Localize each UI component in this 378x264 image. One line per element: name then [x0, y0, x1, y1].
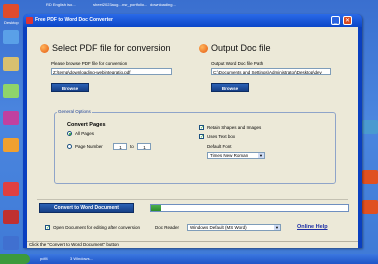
doc-section-icon	[199, 44, 208, 53]
desktop-icon[interactable]	[3, 138, 19, 152]
chevron-down-icon: ▼	[274, 225, 280, 230]
doc-reader-value: Windows Default (MS Word)	[190, 225, 247, 230]
title-bar[interactable]: Free PDF to Word Doc Converter _ ✕	[23, 14, 362, 27]
desktop-icon[interactable]	[3, 30, 19, 44]
use-text-box-checkbox[interactable]: ✓	[199, 134, 204, 140]
desktop-icon[interactable]	[362, 120, 378, 134]
conversion-progress: 0%	[150, 204, 349, 212]
taskbar-item[interactable]: 3 Windows...	[70, 256, 93, 261]
start-button[interactable]	[0, 254, 30, 264]
convert-pages-label: Convert Pages	[67, 122, 106, 128]
desktop-icon[interactable]	[3, 4, 19, 18]
taskbar-item[interactable]: pdf4	[40, 256, 48, 261]
page-to-input[interactable]: 1	[137, 143, 151, 150]
page-number-radio[interactable]	[67, 144, 72, 149]
progress-percent: 0%	[246, 205, 253, 210]
online-help-link[interactable]: Online Help	[297, 224, 328, 230]
desktop-label: RD English iso...	[46, 2, 76, 7]
all-pages-label: All Pages	[75, 131, 95, 136]
desktop-label: Desktop	[4, 20, 19, 25]
desktop-icon[interactable]	[362, 200, 378, 214]
status-bar: Click the "Convert to Word Document" but…	[27, 241, 358, 248]
use-text-box-label: Uses Text box	[207, 134, 236, 139]
default-font-value: Times New Roman	[210, 153, 249, 158]
default-font-select[interactable]: Times New Roman ▼	[207, 152, 265, 159]
desktop-icon[interactable]	[362, 170, 378, 184]
retain-shapes-checkbox[interactable]: ✓	[199, 125, 204, 131]
page-from-input[interactable]: 1	[113, 143, 127, 150]
open-after-checkbox[interactable]: ✓	[45, 225, 50, 231]
desktop-icon[interactable]	[3, 84, 19, 98]
pdf-path-input[interactable]: Z:\temp\downloading-webintegratio.pdf	[51, 68, 172, 75]
desktop-icon[interactable]	[3, 57, 19, 71]
doc-reader-select[interactable]: Windows Default (MS Word) ▼	[187, 224, 281, 231]
doc-path-input[interactable]: C:\Documents and Settings\Administrator\…	[211, 68, 331, 75]
divider	[37, 199, 348, 200]
pdf-section-icon	[40, 44, 49, 53]
doc-path-label: Output Word Doc file Path	[211, 61, 264, 66]
pdf-browse-button[interactable]: Browse	[51, 83, 89, 92]
app-icon	[26, 17, 33, 24]
taskbar	[0, 254, 378, 264]
pdf-browse-label: Please browse PDF file for conversion	[51, 61, 128, 66]
chevron-down-icon: ▼	[258, 153, 264, 158]
page-to-label: to	[130, 144, 134, 149]
doc-section-heading: Output Doc file	[211, 43, 271, 53]
client-area: Select PDF file for conversion Please br…	[27, 27, 358, 248]
desktop-icon[interactable]	[3, 236, 19, 250]
desktop-icon[interactable]	[3, 182, 19, 196]
desktop-icon[interactable]	[3, 210, 19, 224]
window-title: Free PDF to Word Doc Converter	[35, 17, 113, 23]
convert-button[interactable]: Convert to Word Document	[39, 203, 134, 213]
page-number-label: Page Number	[75, 144, 103, 149]
open-after-label: Open Document for editing after conversi…	[53, 225, 141, 230]
desktop-label: downloading...	[150, 2, 176, 7]
doc-browse-button[interactable]: Browse	[211, 83, 249, 92]
pdf-section-heading: Select PDF file for conversion	[52, 43, 171, 53]
close-button[interactable]: ✕	[343, 16, 352, 25]
all-pages-radio[interactable]	[67, 131, 72, 136]
retain-shapes-label: Retain Shapes and Images	[207, 125, 262, 130]
desktop-icon[interactable]	[3, 111, 19, 125]
doc-reader-label: Doc Reader	[155, 225, 180, 230]
converter-window: Free PDF to Word Doc Converter _ ✕ Selec…	[23, 14, 362, 248]
general-options-legend: General Options	[57, 109, 92, 114]
minimize-button[interactable]: _	[331, 16, 340, 25]
desktop-label: sheet2023aug...	[93, 2, 122, 7]
default-font-label: Default Font	[207, 144, 232, 149]
desktop-label: nsr_portfolio...	[122, 2, 148, 7]
